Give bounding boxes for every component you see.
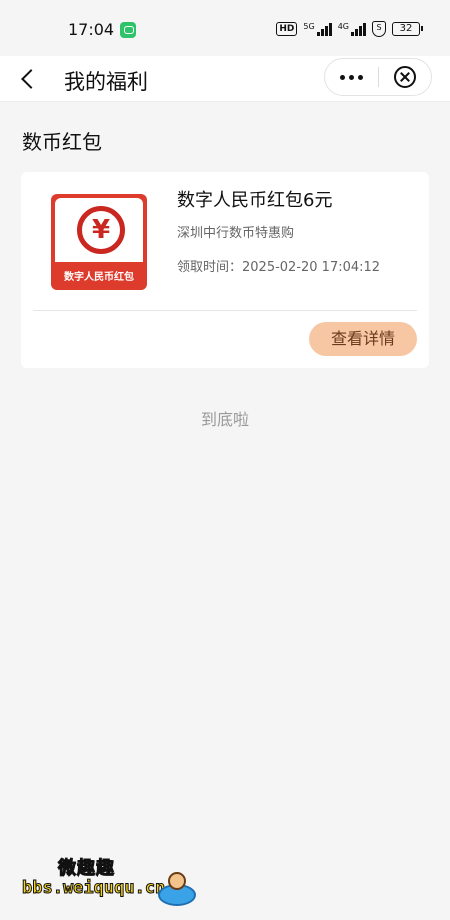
back-icon[interactable] (14, 64, 44, 94)
thumbnail-top: ¥ (55, 198, 143, 262)
signal-icon-2: 4G (338, 22, 366, 36)
shield-icon: S (372, 21, 386, 37)
thumbnail-label: 数字人民币红包 (64, 272, 134, 283)
card-title: 数字人民币红包6元 (177, 190, 333, 211)
signal-4g-label: 4G (337, 22, 349, 31)
yuan-icon: ¥ (77, 206, 125, 254)
card-divider (33, 310, 417, 311)
watermark-url: bbs.weiququ.cn (21, 878, 166, 899)
signal-icon: 5G (303, 22, 332, 36)
red-packet-thumbnail: ¥ 数字人民币红包 (51, 194, 147, 290)
nav-bar: 我的福利 (0, 56, 450, 102)
view-details-button[interactable]: 查看详情 (309, 322, 417, 356)
more-icon (339, 74, 345, 80)
signal-5g-label: 5G (303, 22, 315, 31)
mascot-icon (158, 870, 196, 908)
red-packet-card[interactable]: ¥ 数字人民币红包 数字人民币红包6元 深圳中行数币特惠购 领取时间：2025-… (21, 172, 429, 368)
card-subtitle: 深圳中行数币特惠购 (177, 226, 295, 241)
page-title: 我的福利 (64, 70, 148, 94)
close-button[interactable] (378, 59, 431, 95)
status-icons: HD 5G 4G S 32 (276, 21, 423, 37)
wechat-icon (120, 22, 136, 38)
watermark: 微趣趣 bbs.weiququ.cn (6, 842, 206, 914)
card-claim-time: 领取时间：2025-02-20 17:04:12 (177, 260, 381, 275)
watermark-cn: 微趣趣 (58, 858, 115, 880)
mini-program-capsule (324, 58, 432, 96)
hd-icon: HD (276, 22, 298, 36)
status-time: 17:04 (68, 20, 115, 39)
status-bar: 17:04 HD 5G 4G S 32 (0, 0, 450, 56)
end-of-list-text: 到底啦 (200, 410, 249, 429)
more-button[interactable] (325, 59, 378, 95)
battery-icon: 32 (392, 22, 423, 36)
close-icon (393, 66, 416, 88)
section-title: 数币红包 (22, 130, 102, 154)
